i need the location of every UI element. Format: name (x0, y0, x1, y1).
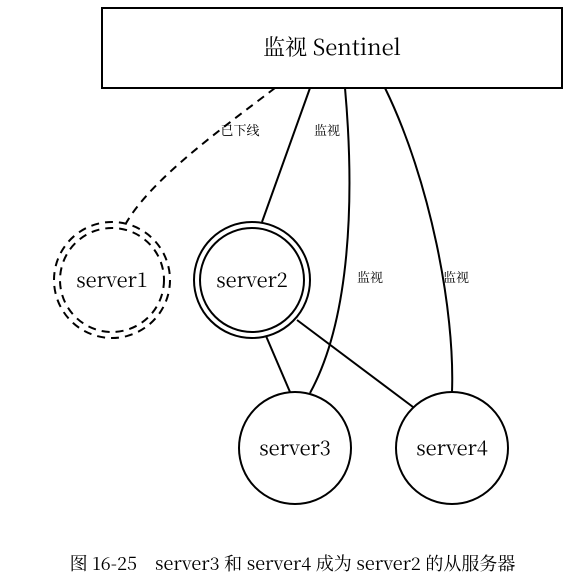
node-server4-label: server4 (416, 432, 488, 461)
node-server2-label: server2 (216, 264, 288, 293)
node-server2: server2 (194, 222, 310, 338)
node-server3-label: server3 (259, 432, 331, 461)
edge-sentinel-server1: 已下线 (125, 88, 275, 225)
node-server1: server1 (54, 222, 170, 338)
figure-caption: 图 16-25 server3 和 server4 成为 server2 的从服… (0, 550, 585, 576)
edge-server2-server3 (266, 336, 290, 392)
edge-sentinel-server4: 监视 (385, 88, 469, 392)
edge-label-server1: 已下线 (220, 120, 259, 139)
node-server1-label: server1 (76, 264, 148, 293)
sentinel-box: 监视 Sentinel (102, 8, 562, 88)
edge-label-server4: 监视 (443, 267, 469, 286)
edge-label-server2: 监视 (314, 120, 340, 139)
node-server4: server4 (396, 392, 508, 504)
edge-label-server3: 监视 (357, 267, 383, 286)
sentinel-label: 监视 Sentinel (263, 31, 401, 62)
node-server3: server3 (239, 392, 351, 504)
edge-sentinel-server2: 监视 (262, 88, 340, 222)
